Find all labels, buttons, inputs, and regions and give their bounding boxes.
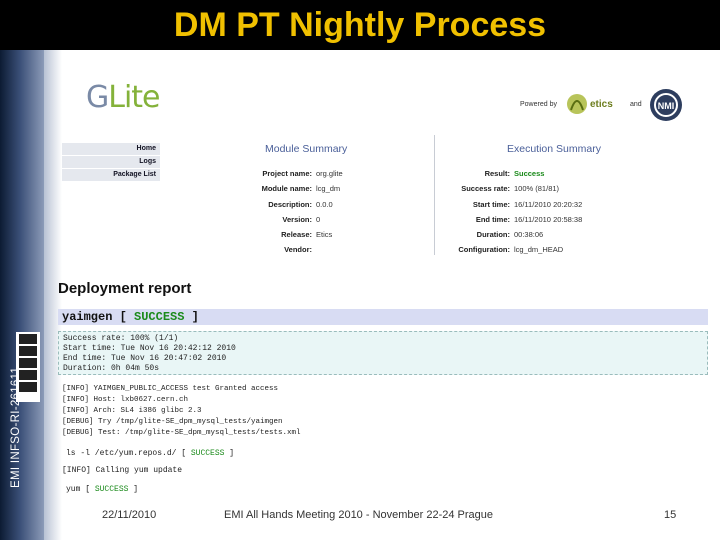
module-key: Version: — [282, 214, 312, 224]
log-line: [DEBUG] Try /tmp/glite-SE_dpm_mysql_test… — [62, 418, 283, 426]
yaimgen-label: yaimgen [ — [62, 310, 127, 324]
repo-list-label: ls -l /etc/yum.repos.d/ [ — [66, 449, 187, 458]
execution-value: 16/11/2010 20:58:38 — [514, 214, 583, 224]
execution-key: Duration: — [476, 230, 510, 240]
module-key: Vendor: — [284, 245, 312, 255]
execution-value: 16/11/2010 20:20:32 — [514, 199, 583, 209]
nav-package-list[interactable]: Package List — [62, 169, 160, 181]
module-summary-values: org.glite lcg_dm 0.0.0 0 Etics — [316, 166, 343, 242]
left-decorative-strip — [0, 50, 44, 540]
result-value: Success — [514, 169, 545, 178]
execution-value: 100% (81/81) — [514, 184, 560, 194]
summary-line: Success rate: 100% (1/1) — [63, 334, 179, 343]
summary-line: Duration: 0h 04m 50s — [63, 364, 160, 373]
yum-label: yum [ — [66, 485, 91, 494]
svg-text:NMI: NMI — [658, 101, 675, 111]
yum-command[interactable]: yum [ SUCCESS ] — [66, 485, 138, 494]
footer-page-number: 15 — [664, 509, 677, 521]
yaimgen-close: ] — [191, 310, 199, 324]
footer-event: EMI All Hands Meeting 2010 - November 22… — [224, 509, 494, 521]
module-summary-title: Module Summary — [265, 143, 348, 155]
deployment-report-heading: Deployment report — [58, 280, 192, 297]
module-value: Etics — [316, 230, 333, 240]
repo-list-close: ] — [229, 449, 235, 458]
repo-list-command[interactable]: ls -l /etc/yum.repos.d/ [ SUCCESS ] — [66, 449, 234, 458]
module-value: 0.0.0 — [316, 199, 333, 209]
execution-key: Start time: — [472, 199, 510, 209]
log-line: [INFO] Arch: SL4 i386 glibc 2.3 — [62, 407, 202, 415]
execution-key: End time: — [475, 214, 510, 224]
nav-logs[interactable]: Logs — [62, 156, 160, 168]
log-line: [INFO] YAIMGEN_PUBLIC_ACCESS test Grante… — [62, 385, 279, 393]
log-line: [DEBUG] Test: /tmp/glite-SE_dpm_mysql_te… — [62, 429, 301, 437]
powered-by-label: Powered by — [520, 101, 557, 108]
yum-status: SUCCESS — [94, 485, 129, 494]
yum-update-info: [INFO] Calling yum update — [62, 466, 183, 475]
execution-value: 00:38:06 — [514, 230, 544, 240]
summary-line: End time: Tue Nov 16 20:47:02 2010 — [63, 354, 227, 363]
summary-divider — [434, 135, 435, 255]
module-key: Description: — [268, 199, 312, 209]
and-label: and — [630, 101, 642, 108]
side-label: EMI INFSO-RI-261611 — [10, 366, 22, 488]
execution-summary-keys: Result: Success rate: Start time: End ti… — [440, 166, 510, 258]
execution-summary-values: Success 100% (81/81) 16/11/2010 20:20:32… — [514, 166, 582, 258]
execution-key: Configuration: — [458, 245, 510, 255]
glite-logo: GLite — [86, 80, 170, 120]
summary-line: Start time: Tue Nov 16 20:42:12 2010 — [63, 344, 236, 353]
etics-label: etics — [590, 99, 613, 110]
module-key: Module name: — [261, 184, 312, 194]
execution-value: lcg_dm_HEAD — [514, 245, 564, 255]
slide-title: DM PT Nightly Process — [173, 6, 547, 44]
deployment-log: [INFO] YAIMGEN_PUBLIC_ACCESS test Grante… — [62, 384, 301, 439]
module-value: 0 — [316, 214, 321, 224]
yum-close: ] — [133, 485, 139, 494]
yaimgen-status-bar[interactable]: yaimgen [ SUCCESS ] — [58, 309, 708, 325]
module-value: lcg_dm — [316, 184, 341, 194]
repo-list-status: SUCCESS — [190, 449, 225, 458]
execution-summary-title: Execution Summary — [507, 143, 601, 155]
nmi-logo-icon: NMI — [650, 89, 682, 121]
module-summary-keys: Project name: Module name: Description: … — [240, 166, 312, 258]
log-line: [INFO] Host: lxb0627.cern.ch — [62, 396, 189, 404]
module-key: Project name: — [262, 169, 312, 178]
deployment-summary-box: Success rate: 100% (1/1) Start time: Tue… — [58, 331, 708, 375]
footer-date: 22/11/2010 — [102, 509, 157, 521]
module-value: org.glite — [316, 169, 343, 178]
nav-home[interactable]: Home — [62, 143, 160, 155]
execution-key: Result: — [484, 169, 510, 178]
yaimgen-status: SUCCESS — [134, 310, 185, 324]
execution-key: Success rate: — [461, 184, 510, 194]
package-nav: Home Logs Package List — [62, 143, 160, 183]
glite-logo-text: GLite — [86, 80, 161, 115]
module-key: Release: — [281, 230, 312, 240]
